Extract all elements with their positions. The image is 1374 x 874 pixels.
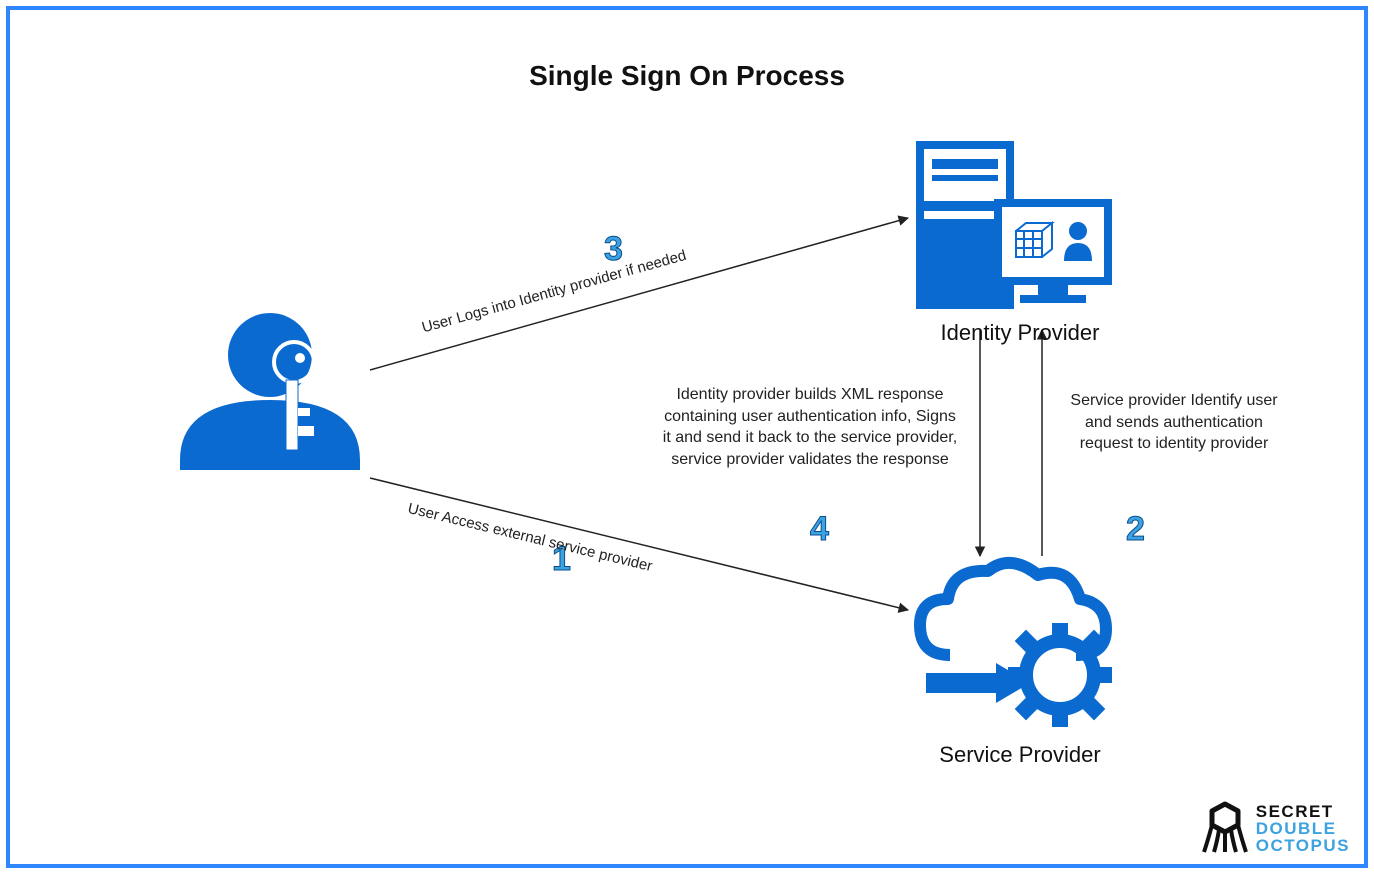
- step-number-4: 4: [810, 510, 829, 549]
- brand-logo: SECRET DOUBLE OCTOPUS: [1202, 800, 1350, 856]
- step-number-3: 3: [604, 230, 623, 269]
- step-number-2: 2: [1126, 510, 1145, 549]
- brand-line-2: DOUBLE: [1256, 820, 1350, 837]
- service-provider-icon: [920, 563, 1112, 727]
- brand-line-3: OCTOPUS: [1256, 837, 1350, 854]
- octopus-icon: [1202, 800, 1248, 856]
- step-description-4: Identity provider builds XML response co…: [660, 384, 960, 470]
- arrow-step-3: [370, 218, 908, 370]
- service-provider-label: Service Provider: [910, 742, 1130, 768]
- brand-line-1: SECRET: [1256, 803, 1350, 820]
- identity-provider-icon: [920, 145, 1108, 305]
- user-key-icon: [180, 313, 360, 470]
- brand-text: SECRET DOUBLE OCTOPUS: [1256, 803, 1350, 854]
- identity-provider-label: Identity Provider: [910, 320, 1130, 346]
- step-description-2: Service provider Identify user and sends…: [1064, 390, 1284, 455]
